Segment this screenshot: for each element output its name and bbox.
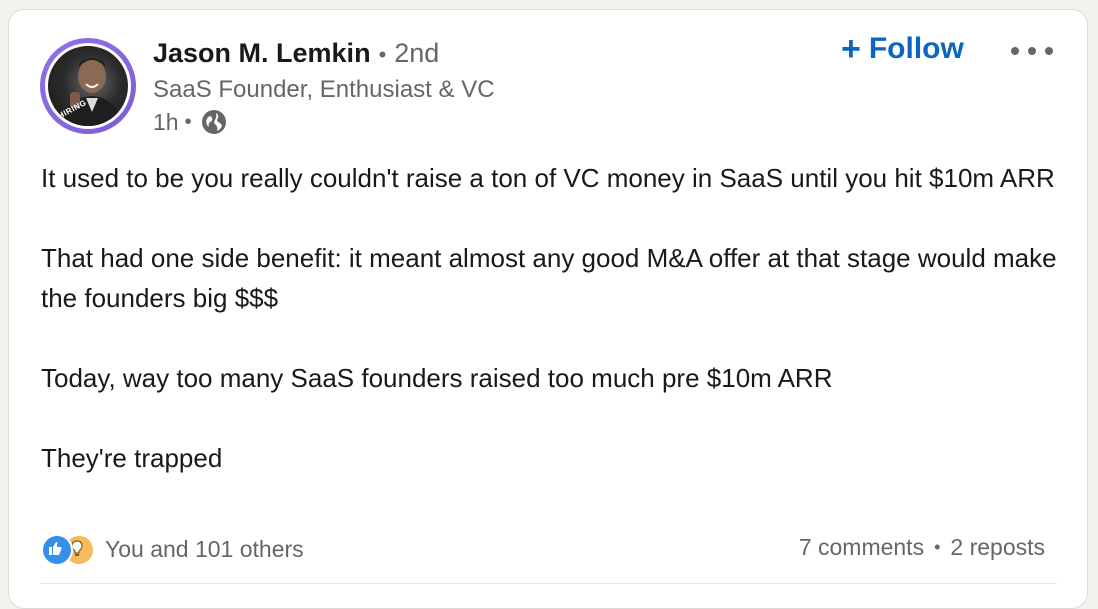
reactions-count-text: You and 101 others bbox=[105, 535, 304, 562]
post-paragraph: Today, way too many SaaS founders raised… bbox=[41, 363, 833, 393]
more-options-button[interactable] bbox=[1007, 36, 1057, 66]
post-paragraph: That had one side benefit: it meant almo… bbox=[41, 243, 1057, 313]
post-paragraph: They're trapped bbox=[41, 443, 223, 473]
post-card: #HIRING Jason M. Lemkin • 2nd SaaS Found… bbox=[8, 9, 1088, 609]
like-icon bbox=[41, 534, 73, 566]
follow-label: Follow bbox=[868, 32, 964, 65]
meta-separator: • bbox=[184, 110, 192, 133]
post-paragraph: It used to be you really couldn't raise … bbox=[41, 163, 1055, 193]
author-name-row: Jason M. Lemkin • 2nd bbox=[153, 38, 439, 69]
globe-icon bbox=[200, 108, 228, 136]
author-name[interactable]: Jason M. Lemkin bbox=[153, 38, 371, 69]
counts-separator: • bbox=[934, 537, 941, 557]
ellipsis-icon bbox=[1011, 47, 1053, 55]
plus-icon: + bbox=[841, 30, 861, 68]
reaction-icons bbox=[41, 534, 99, 566]
name-separator: • bbox=[378, 42, 387, 67]
social-counts: 7 comments • 2 reposts bbox=[799, 534, 1045, 561]
post-body: It used to be you really couldn't raise … bbox=[41, 158, 1061, 478]
author-avatar[interactable]: #HIRING bbox=[40, 38, 136, 134]
reposts-count-link[interactable]: 2 reposts bbox=[950, 534, 1045, 561]
reactions-summary[interactable]: You and 101 others bbox=[41, 534, 304, 566]
avatar-photo: #HIRING bbox=[45, 43, 131, 129]
post-meta: 1h • bbox=[153, 108, 228, 136]
author-headline: SaaS Founder, Enthusiast & VC bbox=[153, 76, 495, 103]
follow-button[interactable]: + Follow bbox=[841, 32, 964, 66]
comments-count-link[interactable]: 7 comments bbox=[799, 534, 924, 561]
connection-degree: 2nd bbox=[394, 38, 440, 68]
divider bbox=[41, 583, 1057, 584]
post-time: 1h bbox=[153, 108, 179, 135]
